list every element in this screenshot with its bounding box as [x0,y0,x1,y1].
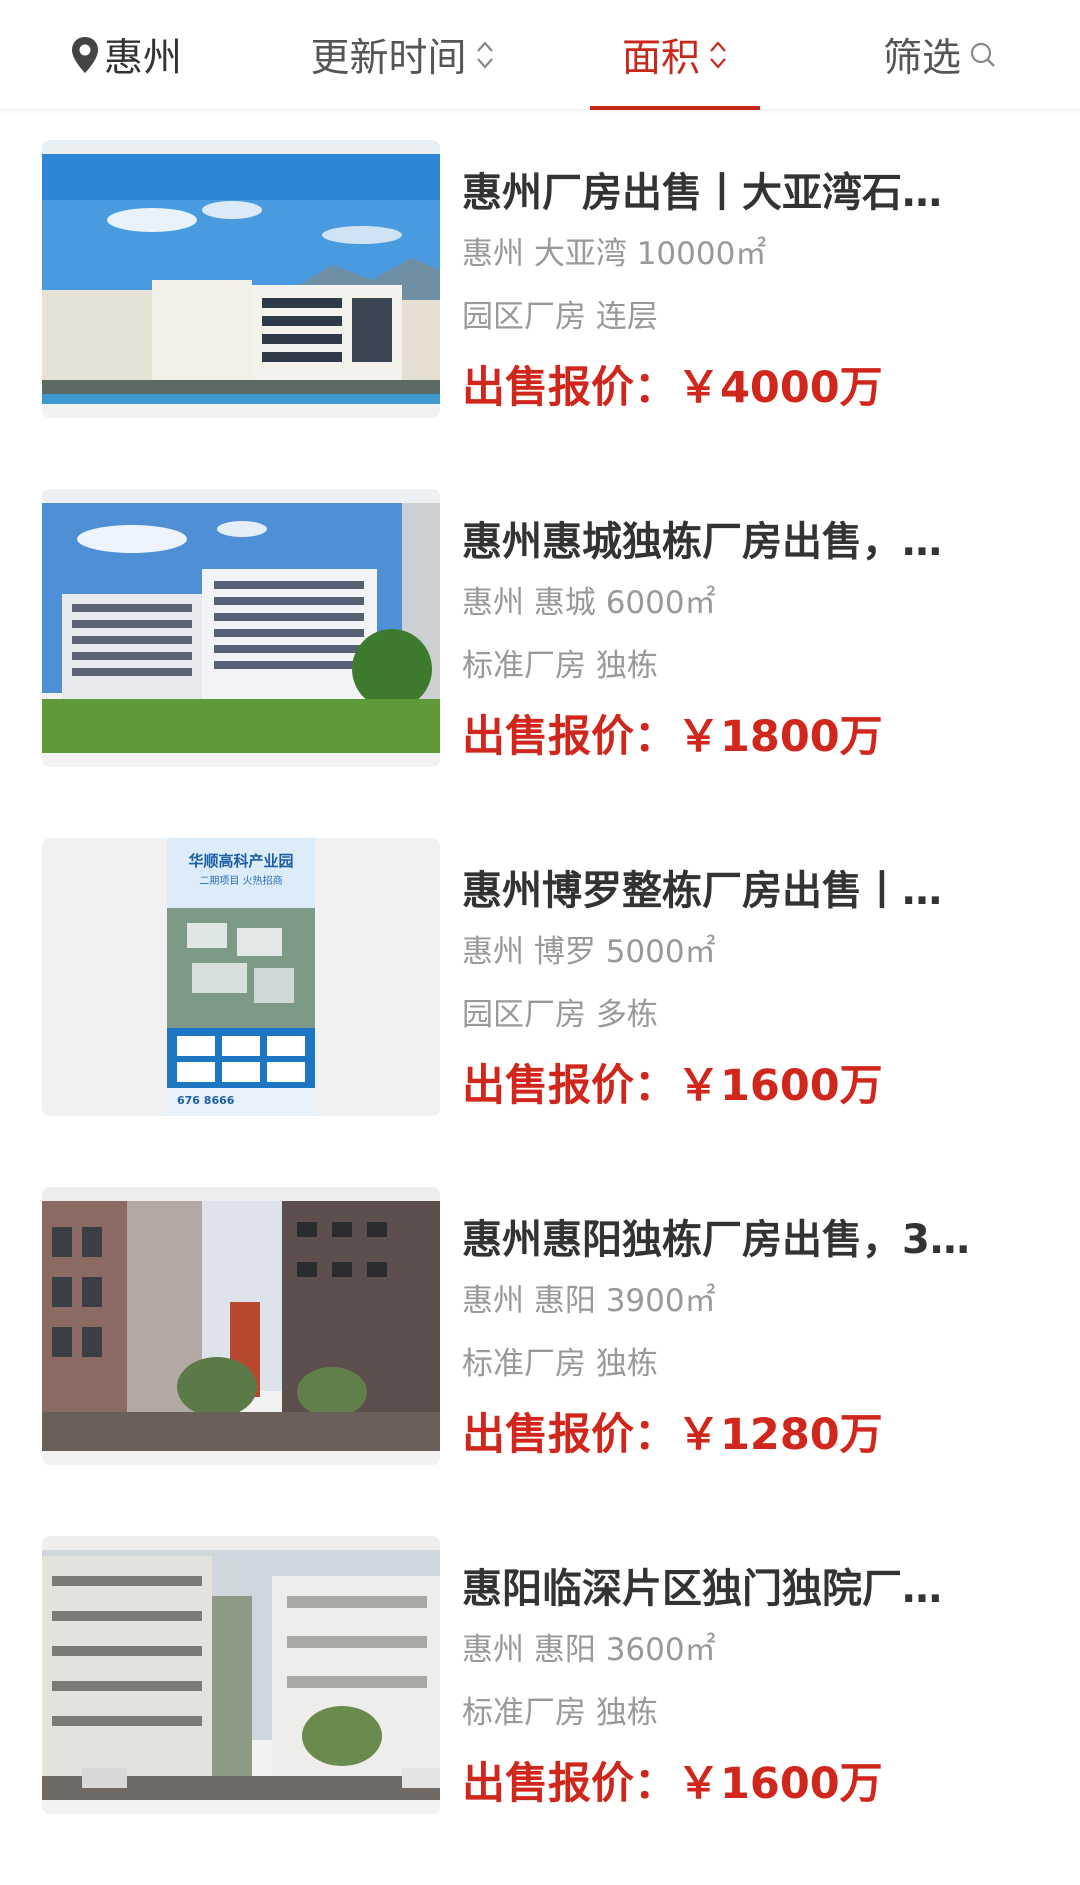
filter-bar: 惠州 更新时间 面积 筛选 [0,0,1080,110]
listing-card[interactable]: 华顺高科产业园 二期项目 火热招商 676 8666 惠州博罗整栋厂房出售丨… … [0,838,1080,1187]
listing-location: 惠州 博罗 5000㎡ [462,934,716,970]
filter-button[interactable]: 筛选 [870,0,1010,110]
listing-card[interactable]: 惠阳临深片区独门独院厂… 惠州 惠阳 3600㎡ 标准厂房 独栋 出售报价：￥1… [0,1536,1080,1885]
update-time-sort[interactable]: 更新时间 [290,0,515,110]
listing-price: 出售报价：￥1600万 [462,1051,1022,1113]
area-label: 面积 [621,36,700,81]
price-label: 出售报价： [462,1759,677,1809]
area-sort[interactable]: 面积 [590,0,760,110]
sort-toggle-icon [710,41,726,69]
listing-location: 惠州 大亚湾 10000㎡ [462,236,767,272]
active-tab-indicator [590,106,760,110]
poster-phone: 676 8666 [177,1094,235,1107]
price-label: 出售报价： [462,1410,677,1460]
listing-tags: 标准厂房 独栋 [462,648,658,684]
listing-photo: 华顺高科产业园 二期项目 火热招商 676 8666 [42,838,440,1116]
listing-location: 惠州 惠城 6000㎡ [462,585,716,621]
listing-price: 出售报价：￥1600万 [462,1749,1022,1811]
listing-price: 出售报价：￥1800万 [462,702,1022,764]
poster-heading: 华顺高科产业园 [188,852,294,870]
listing-title: 惠阳临深片区独门独院厂… [462,1566,942,1612]
listing-tags: 园区厂房 多栋 [462,997,658,1033]
listing-title: 惠州惠城独栋厂房出售，… [462,519,942,565]
listing-card[interactable]: 惠州惠阳独栋厂房出售，3… 惠州 惠阳 3900㎡ 标准厂房 独栋 出售报价：￥… [0,1187,1080,1536]
listing-photo [42,140,440,418]
location-pin-icon [72,37,98,73]
listing-tags: 园区厂房 连层 [462,299,658,335]
listing-photo [42,1187,440,1465]
listing-title: 惠州博罗整栋厂房出售丨… [462,868,942,914]
listing-photo [42,489,440,767]
listing-card[interactable]: 惠州厂房出售丨大亚湾石… 惠州 大亚湾 10000㎡ 园区厂房 连层 出售报价：… [0,140,1080,489]
sort-toggle-icon [476,41,493,69]
listing-card[interactable]: 惠州惠城独栋厂房出售，… 惠州 惠城 6000㎡ 标准厂房 独栋 出售报价：￥1… [0,489,1080,838]
price-value: ￥1600万 [677,1061,883,1111]
price-value: ￥4000万 [677,363,883,413]
price-label: 出售报价： [462,363,677,413]
listing-price: 出售报价：￥1280万 [462,1400,1022,1462]
listing-tags: 标准厂房 独栋 [462,1695,658,1731]
search-icon [970,42,995,67]
listing-title: 惠州厂房出售丨大亚湾石… [462,170,942,216]
listing-title: 惠州惠阳独栋厂房出售，3… [462,1217,970,1263]
listing-photo [42,1536,440,1814]
poster-subheading: 二期项目 火热招商 [199,876,283,887]
price-label: 出售报价： [462,712,677,762]
city-label: 惠州 [104,36,183,81]
price-value: ￥1280万 [677,1410,883,1460]
price-value: ￥1600万 [677,1759,883,1809]
filter-label: 筛选 [882,36,961,81]
listing-tags: 标准厂房 独栋 [462,1346,658,1382]
city-selector[interactable]: 惠州 [70,0,210,110]
price-label: 出售报价： [462,1061,677,1111]
update-time-label: 更新时间 [310,36,467,81]
listing-price: 出售报价：￥4000万 [462,353,1022,415]
listing-location: 惠州 惠阳 3600㎡ [462,1632,716,1668]
listing-location: 惠州 惠阳 3900㎡ [462,1283,716,1319]
price-value: ￥1800万 [677,712,883,762]
